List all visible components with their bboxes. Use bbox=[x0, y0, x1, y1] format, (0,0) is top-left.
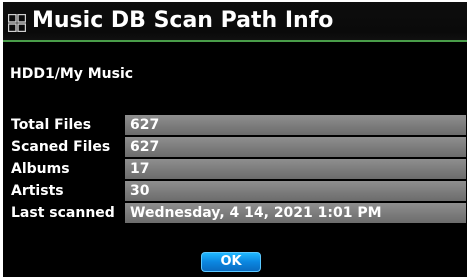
title-bar: Music DB Scan Path Info bbox=[3, 2, 467, 42]
dialog-title: Music DB Scan Path Info bbox=[32, 8, 334, 33]
info-value: 30 bbox=[125, 181, 466, 201]
info-row-artists: Artists 30 bbox=[8, 181, 466, 201]
info-label: Total Files bbox=[11, 117, 92, 133]
info-label: Last scanned bbox=[11, 205, 115, 221]
scan-path-info-dialog: Music DB Scan Path Info HDD1/My Music To… bbox=[3, 2, 467, 277]
info-label: Scaned Files bbox=[11, 139, 111, 155]
info-row-albums: Albums 17 bbox=[8, 159, 466, 179]
info-row-last-scanned: Last scanned Wednesday, 4 14, 2021 1:01 … bbox=[8, 203, 466, 223]
info-value: 627 bbox=[125, 115, 466, 135]
ok-button[interactable]: OK bbox=[201, 252, 261, 272]
info-label: Artists bbox=[11, 183, 64, 199]
music-library-grid-icon bbox=[8, 14, 26, 32]
info-label: Albums bbox=[11, 161, 70, 177]
scan-path-label: HDD1/My Music bbox=[10, 66, 134, 82]
info-row-scaned-files: Scaned Files 627 bbox=[8, 137, 466, 157]
info-value: 17 bbox=[125, 159, 466, 179]
info-value: Wednesday, 4 14, 2021 1:01 PM bbox=[125, 203, 466, 223]
info-value: 627 bbox=[125, 137, 466, 157]
info-row-total-files: Total Files 627 bbox=[8, 115, 466, 135]
